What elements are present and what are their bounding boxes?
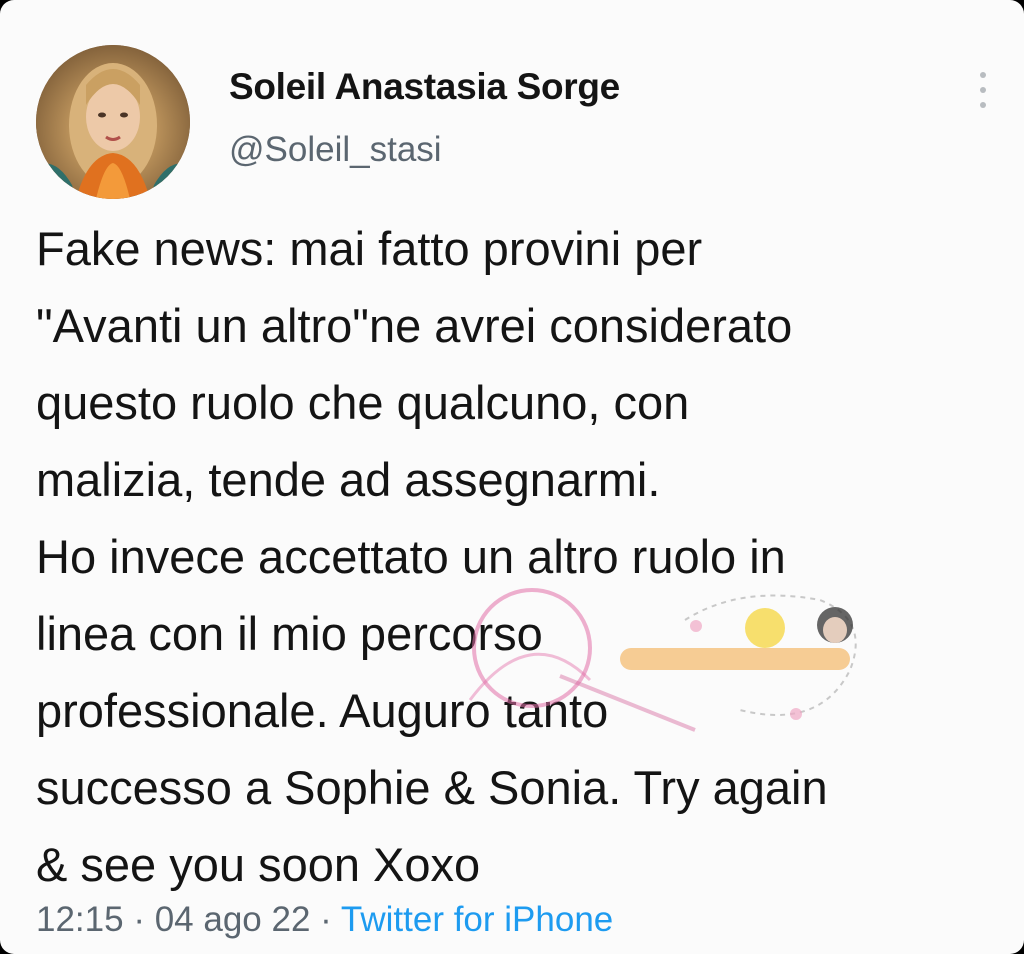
tweet-text-line: questo ruolo che qualcuno, con xyxy=(36,376,690,429)
tweet-text-line: professionale. Auguro tanto xyxy=(36,684,609,737)
avatar[interactable] xyxy=(36,45,190,199)
more-dot xyxy=(980,72,986,78)
tweet-text-line: Fake news: mai fatto provini per xyxy=(36,222,703,275)
tweet-text-line: malizia, tende ad assegnarmi. xyxy=(36,453,661,506)
more-dot xyxy=(980,102,986,108)
tweet-text-line: "Avanti un altro"ne avrei considerato xyxy=(36,299,793,352)
tweet-source-link[interactable]: Twitter for iPhone xyxy=(341,900,613,939)
tweet-text-line: successo a Sophie & Sonia. Try again xyxy=(36,761,828,814)
tweet-text-line: & see you soon Xoxo xyxy=(36,838,481,891)
tweet-text-line: linea con il mio percorso xyxy=(36,607,543,660)
tweet-card: Soleil Anastasia Sorge @Soleil_stasi Fak… xyxy=(0,0,1024,954)
profile-photo-icon xyxy=(36,45,190,199)
tweet-time[interactable]: 12:15 xyxy=(36,900,124,939)
tweet-metadata: 12:15 · 04 ago 22 · Twitter for iPhone xyxy=(36,900,613,940)
more-dot xyxy=(980,87,986,93)
tweet-text: Fake news: mai fatto provini per "Avanti… xyxy=(36,210,1011,903)
tweet-text-line: Ho invece accettato un altro ruolo in xyxy=(36,530,786,583)
meta-separator: · xyxy=(123,900,155,939)
tweet-date[interactable]: 04 ago 22 xyxy=(155,900,311,939)
more-vertical-icon[interactable] xyxy=(968,68,998,112)
author-display-name[interactable]: Soleil Anastasia Sorge xyxy=(229,66,620,108)
author-handle[interactable]: @Soleil_stasi xyxy=(229,130,442,170)
meta-separator: · xyxy=(310,900,341,939)
